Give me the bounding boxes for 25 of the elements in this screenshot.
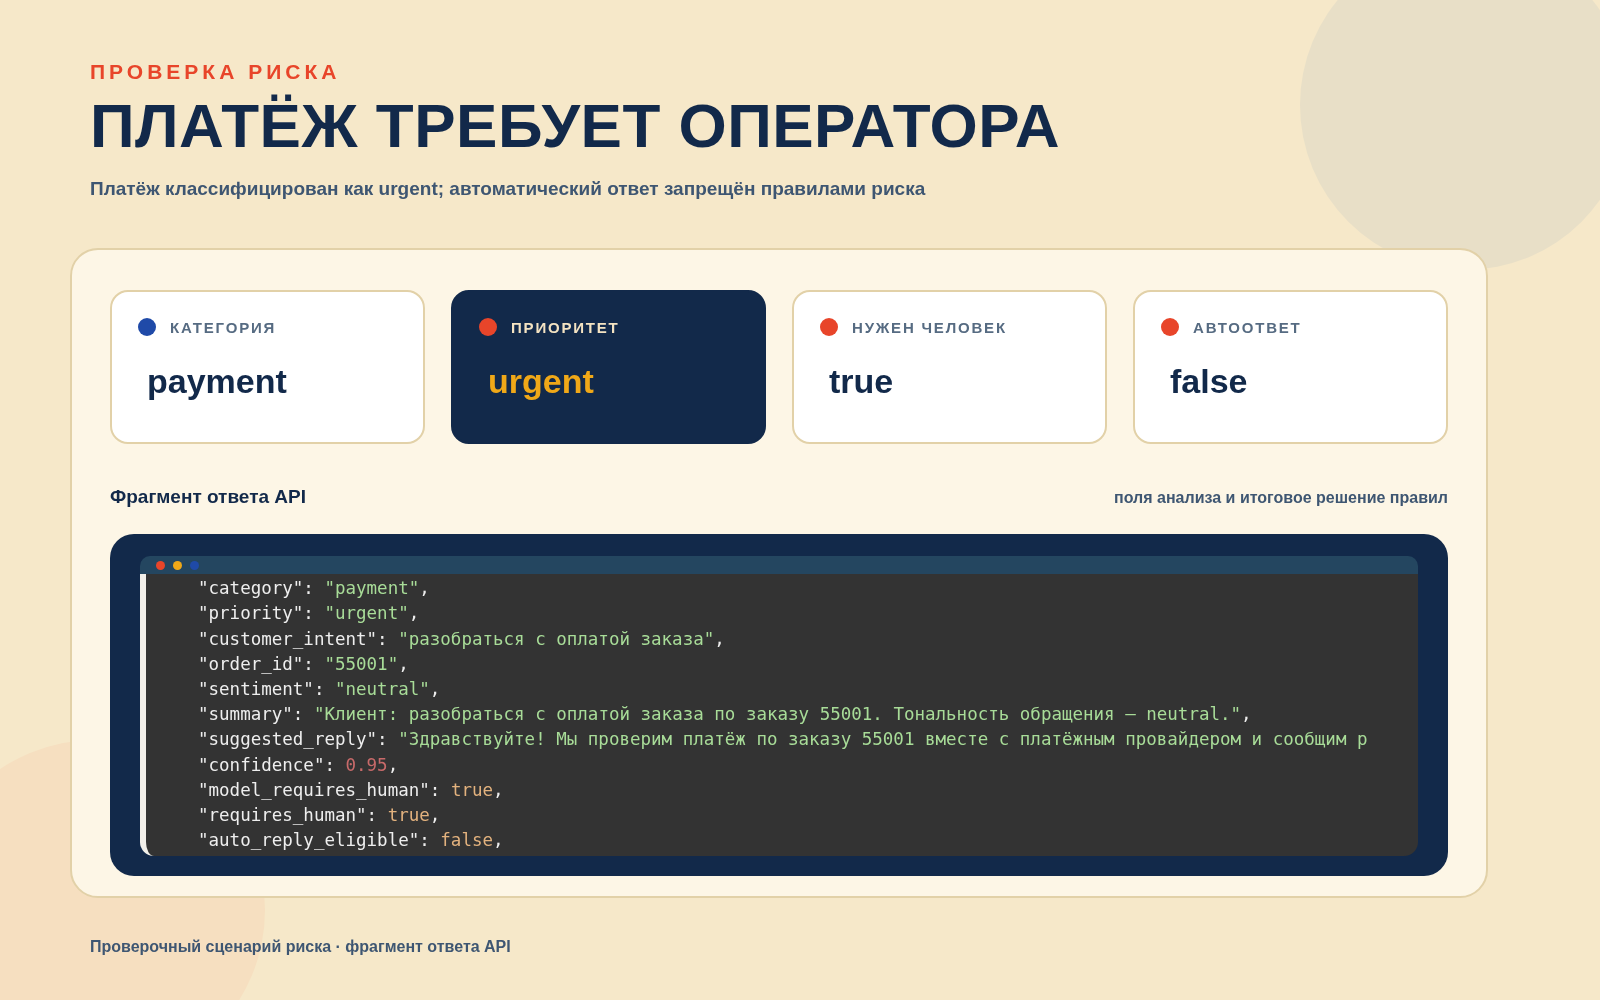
code-line: "sentiment": "neutral", xyxy=(198,678,442,701)
stat-label: ПРИОРИТЕТ xyxy=(511,318,620,336)
code-line: "requires_human": true, xyxy=(198,804,442,827)
page-title: ПЛАТЁЖ ТРЕБУЕТ ОПЕРАТОРА xyxy=(90,92,1061,161)
stat-value: urgent xyxy=(488,362,595,402)
stat-value: true xyxy=(829,362,895,402)
stat-label: КАТЕГОРИЯ xyxy=(170,318,277,336)
code-line: "confidence": 0.95, xyxy=(198,753,400,777)
eyebrow-label: ПРОВЕРКА РИСКА xyxy=(90,60,342,84)
code-line: "category": "payment", xyxy=(198,577,431,601)
code-line: "summary": "Клиент: разобраться с оплатой заказа по заказу 55001. Тональность обращения — neutral.", xyxy=(198,703,1253,727)
code-line: "suggested_reply": "Здравствуйте! Мы проверим платёж по заказу 55001 вместе с платёжным провайдером и сообщим р xyxy=(198,728,1369,752)
subtitle: Платёж классифицирован как urgent; автоматический ответ запрещён правилами риска xyxy=(90,178,927,201)
code-line: "customer_intent": "разобраться с оплатой заказа", xyxy=(198,627,726,651)
code-line: "order_id": "55001", xyxy=(198,652,410,676)
code-line: "priority": "urgent", xyxy=(198,602,421,626)
stat-value: false xyxy=(1170,362,1249,402)
stat-label: НУЖЕН ЧЕЛОВЕК xyxy=(852,318,1007,336)
section-title: Фрагмент ответа API xyxy=(110,486,306,509)
code-line: "model_requires_human": true, xyxy=(198,778,505,802)
stat-label: АВТООТВЕТ xyxy=(1193,318,1302,336)
footer-text: Проверочный сценарий риска · фрагмент ответа API xyxy=(90,938,512,957)
code-line: "auto_reply_eligible": false, xyxy=(198,829,505,853)
stat-value: payment xyxy=(147,362,288,402)
section-note: поля анализа и итоговое решение правил xyxy=(1114,489,1448,508)
